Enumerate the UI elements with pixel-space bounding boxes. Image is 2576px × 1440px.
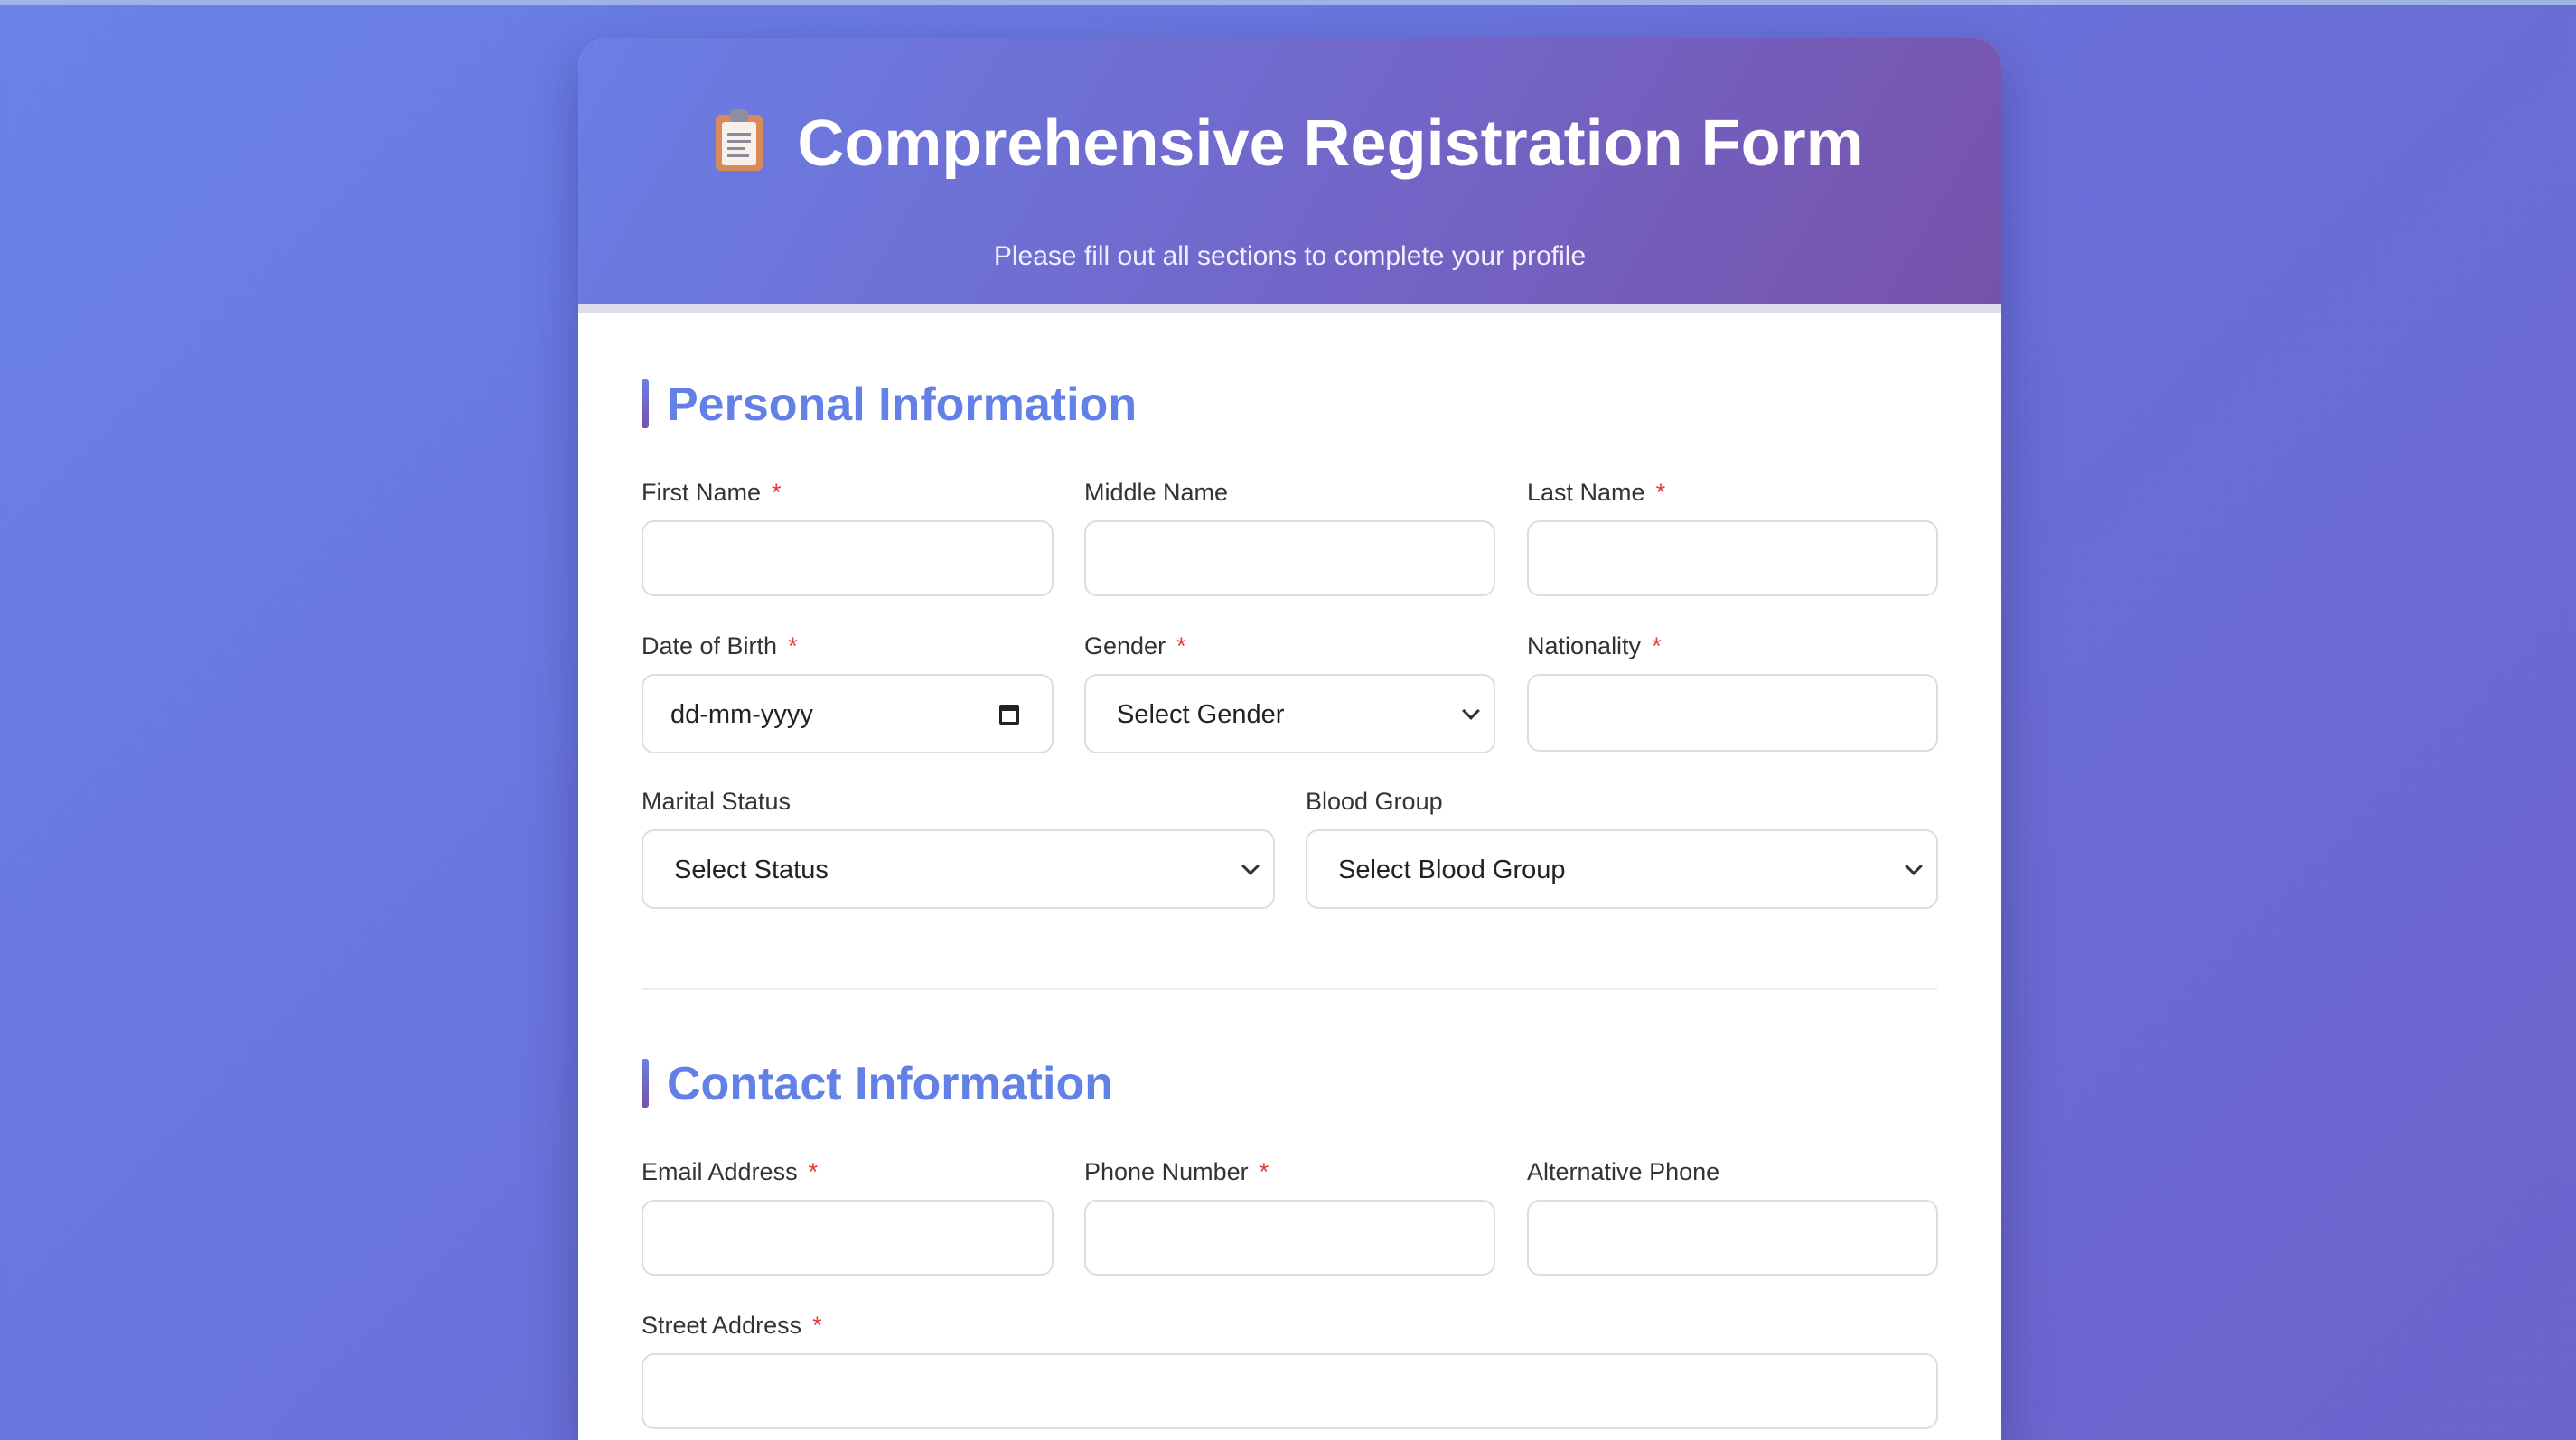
section-title-personal-text: Personal Information xyxy=(667,379,1138,431)
page-title: Comprehensive Registration Form xyxy=(797,108,1864,180)
required-marker: * xyxy=(1259,1158,1269,1185)
required-marker: * xyxy=(1655,479,1666,506)
dob-placeholder: dd-mm-yyyy xyxy=(670,700,813,729)
required-marker: * xyxy=(808,1158,819,1185)
chevron-down-icon xyxy=(1462,702,1480,720)
required-marker: * xyxy=(772,479,782,506)
blood-group-label: Blood Group xyxy=(1306,788,1443,815)
dob-date-input[interactable]: dd-mm-yyyy xyxy=(642,674,1054,753)
blood-group-select[interactable]: Select Blood Group xyxy=(1306,829,1938,909)
middle-name-field[interactable] xyxy=(1084,520,1495,596)
section-accent-bar xyxy=(642,379,649,428)
marital-status-label: Marital Status xyxy=(642,788,792,815)
blood-group-selected-value: Select Blood Group xyxy=(1338,856,1566,884)
form-header: Comprehensive Registration Form Please f… xyxy=(578,38,2001,313)
form-title-row: Comprehensive Registration Form xyxy=(578,103,2001,184)
chevron-down-icon xyxy=(1905,857,1923,875)
email-field[interactable] xyxy=(642,1200,1054,1276)
phone-label: Phone Number * xyxy=(1084,1158,1269,1185)
section-title-contact-text: Contact Information xyxy=(667,1058,1113,1110)
nationality-label: Nationality * xyxy=(1527,632,1662,659)
clipboard-icon xyxy=(716,109,763,171)
gender-label: Gender * xyxy=(1084,632,1186,659)
marital-status-select[interactable]: Select Status xyxy=(642,829,1275,909)
email-label: Email Address * xyxy=(642,1158,819,1185)
alt-phone-label: Alternative Phone xyxy=(1527,1158,1720,1185)
required-marker: * xyxy=(812,1312,822,1339)
nationality-field[interactable] xyxy=(1527,674,1938,752)
chevron-down-icon xyxy=(1241,857,1260,875)
section-title-contact: Contact Information xyxy=(642,1059,1113,1109)
required-marker: * xyxy=(1176,632,1186,659)
street-address-field[interactable] xyxy=(642,1353,1938,1429)
dob-label: Date of Birth * xyxy=(642,632,798,659)
section-accent-bar xyxy=(642,1059,649,1108)
browser-top-strip xyxy=(0,0,2576,5)
street-address-label: Street Address * xyxy=(642,1312,822,1339)
middle-name-label: Middle Name xyxy=(1084,479,1229,506)
section-divider xyxy=(642,988,1937,990)
required-marker: * xyxy=(1652,632,1662,659)
last-name-field[interactable] xyxy=(1527,520,1938,596)
alt-phone-field[interactable] xyxy=(1527,1200,1938,1276)
required-marker: * xyxy=(788,632,798,659)
gender-select[interactable]: Select Gender xyxy=(1084,674,1495,753)
marital-status-selected-value: Select Status xyxy=(674,856,829,884)
calendar-icon[interactable] xyxy=(999,705,1019,725)
first-name-field[interactable] xyxy=(642,520,1054,596)
registration-form-card: Comprehensive Registration Form Please f… xyxy=(578,38,2001,1440)
section-title-personal: Personal Information xyxy=(642,379,1137,430)
gender-selected-value: Select Gender xyxy=(1117,700,1285,729)
first-name-label: First Name * xyxy=(642,479,782,506)
page-subtitle: Please fill out all sections to complete… xyxy=(993,241,1587,271)
phone-field[interactable] xyxy=(1084,1200,1495,1276)
last-name-label: Last Name * xyxy=(1527,479,1666,506)
